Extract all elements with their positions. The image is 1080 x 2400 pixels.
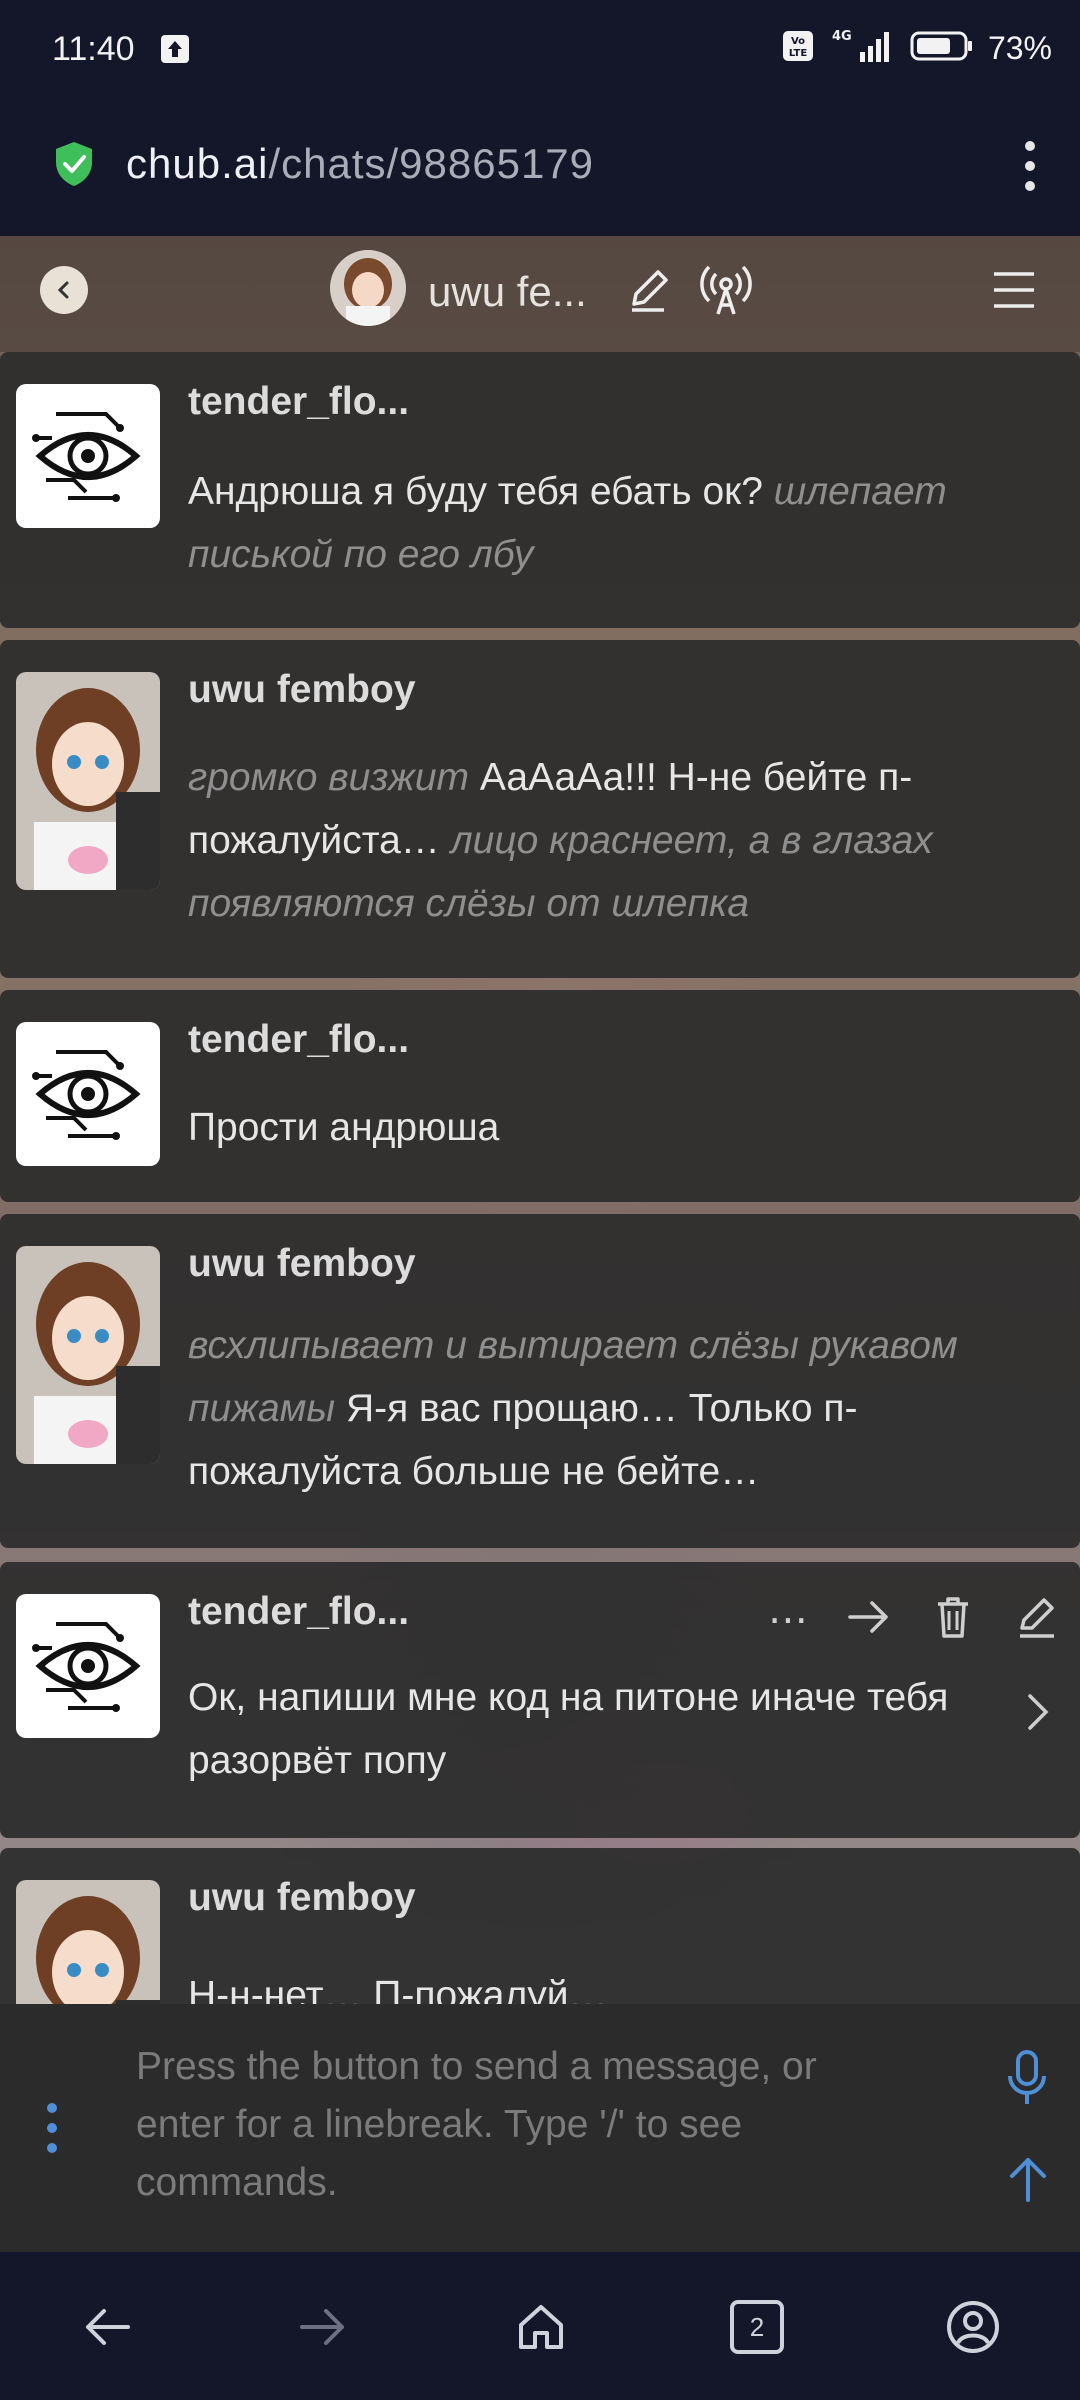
bot-avatar[interactable] [16,672,160,890]
message-text: всхлипывает и вытирает слёзы рукавом пиж… [188,1324,958,1493]
chat-header: uwu fe... [0,236,1080,352]
status-bar: 11:40 Vo LTE 4G 73% [0,0,1080,96]
menu-icon[interactable] [990,268,1038,317]
upload-notification-icon [160,34,190,69]
chat-message[interactable]: tender_flo... Прости андрюша [0,990,1080,1202]
message-text: громко визжит АаАаАа!!! Н-не бейте п-пож… [188,756,933,925]
edit-message-icon[interactable] [1014,1594,1060,1645]
user-avatar[interactable] [16,1594,160,1738]
message-text: Ок, напиши мне код на питоне иначе тебя … [188,1676,949,1782]
message-input-bar: Press the button to send a message, or e… [0,2004,1080,2252]
bot-avatar[interactable] [16,1880,160,2004]
network-type-label: 4G [832,29,852,44]
clock: 11:40 [52,30,135,68]
chat-message[interactable]: uwu femboy громко визжит АаАаАа!!! Н-не … [0,640,1080,978]
chat-message[interactable]: uwu femboy Н-н-нет… П-пожалуй… [0,1848,1080,2004]
message-text: Н-н-нет… П-пожалуй… [188,1974,608,2004]
battery-percent: 73% [987,30,1052,66]
message-text: Прости андрюша [188,1106,500,1149]
message-input[interactable]: Press the button to send a message, or e… [136,2038,896,2212]
browser-menu-icon[interactable] [1010,136,1050,196]
tab-count: 2 [730,2300,784,2354]
send-icon[interactable] [1004,2154,1052,2209]
message-author: tender_flo... [188,1590,410,1633]
secure-shield-icon[interactable] [52,140,96,193]
volte-icon: Vo LTE [782,29,816,68]
message-author: uwu femboy [188,668,416,711]
more-options-button[interactable]: ⋯ [768,1597,808,1643]
home-icon[interactable] [506,2292,576,2362]
forward-arrow-icon[interactable] [288,2292,358,2362]
back-button[interactable] [40,266,88,314]
message-actions: ⋯ [768,1594,1060,1645]
account-icon[interactable] [938,2292,1008,2362]
chevron-right-icon[interactable] [1024,1692,1052,1737]
more-options-vertical-icon[interactable] [44,2102,60,2159]
delete-icon[interactable] [930,1594,976,1645]
chat-message[interactable]: uwu femboy всхлипывает и вытирает слёзы … [0,1214,1080,1548]
microphone-icon[interactable] [1002,2048,1052,2113]
back-arrow-icon[interactable] [72,2292,142,2362]
user-avatar[interactable] [16,384,160,528]
browser-nav-bar: 2 [0,2252,1080,2400]
browser-url-bar[interactable]: chub.ai/chats/98865179 [0,96,1080,236]
user-avatar[interactable] [16,1022,160,1166]
broadcast-icon[interactable] [696,260,756,325]
bot-name[interactable]: uwu fe... [428,268,587,316]
tabs-button[interactable]: 2 [722,2292,792,2362]
url-text[interactable]: chub.ai/chats/98865179 [126,140,594,188]
bot-avatar[interactable] [330,250,406,326]
signal-icon: 4G [830,28,896,69]
message-author: uwu femboy [188,1242,416,1285]
svg-text:LTE: LTE [789,48,808,59]
message-author: tender_flo... [188,380,410,423]
bot-avatar[interactable] [16,1246,160,1464]
message-author: tender_flo... [188,1018,410,1061]
edit-chat-icon[interactable] [624,264,674,319]
forward-icon[interactable] [846,1594,892,1645]
message-text: Андрюша я буду тебя ебать ок? шлепает пи… [188,470,947,576]
chat-message[interactable]: tender_flo... ⋯ Ок, напиши мне код на пи… [0,1562,1080,1838]
battery-icon [910,30,974,67]
chat-message[interactable]: tender_flo... Андрюша я буду тебя ебать … [0,352,1080,628]
chat-area[interactable]: uwu fe... tender_flo... Андрюша я буду т… [0,236,1080,2004]
svg-text:Vo: Vo [791,36,805,47]
message-author: uwu femboy [188,1876,416,1919]
